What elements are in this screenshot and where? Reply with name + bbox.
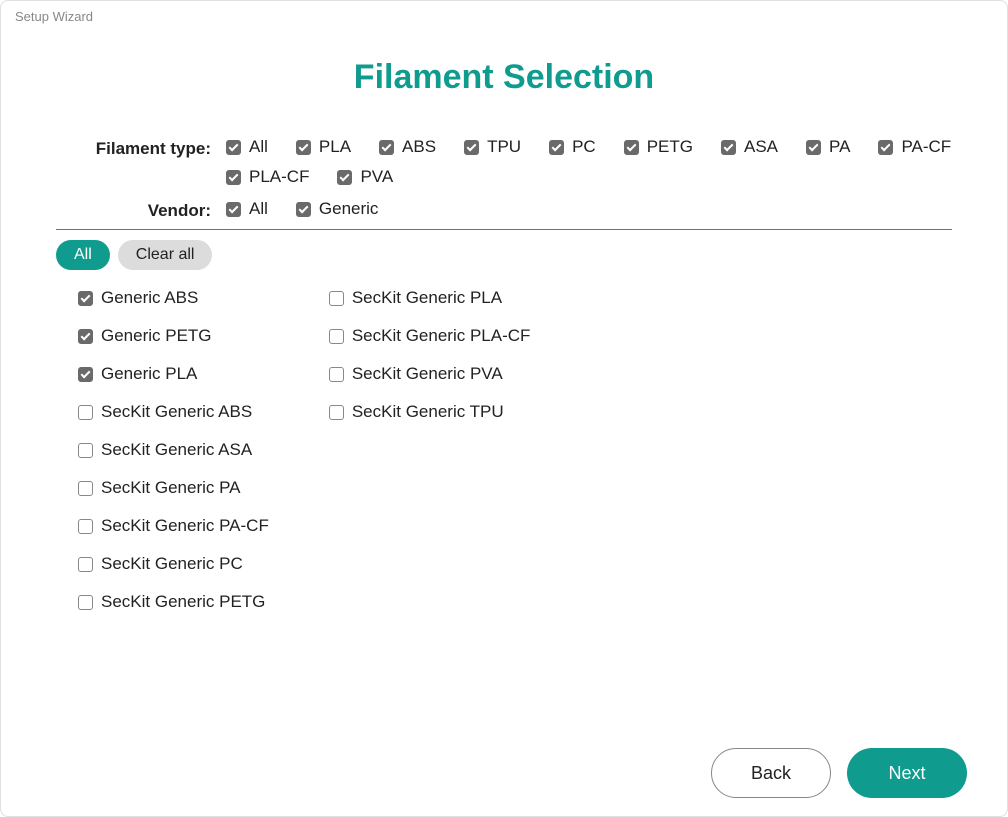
- filament-item-col1-2-checkbox[interactable]: [78, 367, 93, 382]
- filament-item-col1-4-label[interactable]: SecKit Generic ASA: [101, 440, 252, 460]
- filament-item-col1-5-checkbox[interactable]: [78, 481, 93, 496]
- vendor-option-0-checkbox[interactable]: [226, 202, 241, 217]
- filament-item-col2-1: SecKit Generic PLA-CF: [329, 326, 531, 346]
- filament-type-option-4: PC: [549, 137, 596, 157]
- selection-button-row: All Clear all: [56, 240, 952, 270]
- filament-type-option-3-checkbox[interactable]: [464, 140, 479, 155]
- filament-item-col1-6-checkbox[interactable]: [78, 519, 93, 534]
- vendor-row: Vendor: All Generic: [56, 199, 952, 221]
- clear-all-button[interactable]: Clear all: [118, 240, 213, 270]
- filament-type-row: Filament type: All PLA ABS TPU PC PETG ASA PA PA…: [56, 137, 952, 187]
- window-title: Setup Wizard: [1, 1, 1007, 28]
- filament-item-col1-6: SecKit Generic PA-CF: [78, 516, 269, 536]
- filament-type-option-0-checkbox[interactable]: [226, 140, 241, 155]
- vendor-option-1-checkbox[interactable]: [296, 202, 311, 217]
- filament-type-option-0: All: [226, 137, 268, 157]
- page-heading: Filament Selection: [1, 58, 1007, 97]
- filament-item-col2-2-checkbox[interactable]: [329, 367, 344, 382]
- filament-item-col1-5: SecKit Generic PA: [78, 478, 269, 498]
- filament-item-col1-1-checkbox[interactable]: [78, 329, 93, 344]
- back-button[interactable]: Back: [711, 748, 831, 798]
- filament-type-option-8-checkbox[interactable]: [878, 140, 893, 155]
- filament-item-col2-2-label[interactable]: SecKit Generic PVA: [352, 364, 503, 384]
- filament-item-col1-1-label[interactable]: Generic PETG: [101, 326, 212, 346]
- filament-type-option-8-label[interactable]: PA-CF: [901, 137, 951, 157]
- filament-type-option-3: TPU: [464, 137, 521, 157]
- filament-lists: Generic ABS Generic PETG Generic PLA SecKit…: [56, 288, 952, 612]
- filament-item-col1-0: Generic ABS: [78, 288, 269, 308]
- filament-item-col1-6-label[interactable]: SecKit Generic PA-CF: [101, 516, 269, 536]
- filament-type-option-1: PLA: [296, 137, 351, 157]
- filament-item-col1-8-checkbox[interactable]: [78, 595, 93, 610]
- filament-type-option-4-label[interactable]: PC: [572, 137, 596, 157]
- filament-item-col1-0-checkbox[interactable]: [78, 291, 93, 306]
- filament-type-option-5: PETG: [624, 137, 693, 157]
- filament-item-col1-2-label[interactable]: Generic PLA: [101, 364, 197, 384]
- filament-type-option-9-checkbox[interactable]: [226, 170, 241, 185]
- filament-item-col1-4-checkbox[interactable]: [78, 443, 93, 458]
- filament-type-option-9: PLA-CF: [226, 167, 309, 187]
- next-button[interactable]: Next: [847, 748, 967, 798]
- filament-item-col1-7-label[interactable]: SecKit Generic PC: [101, 554, 243, 574]
- filament-item-col2-0-checkbox[interactable]: [329, 291, 344, 306]
- footer-nav: Back Next: [711, 748, 967, 798]
- filament-type-option-5-label[interactable]: PETG: [647, 137, 693, 157]
- filament-type-option-0-label[interactable]: All: [249, 137, 268, 157]
- filament-type-option-6: ASA: [721, 137, 778, 157]
- filament-item-col1-0-label[interactable]: Generic ABS: [101, 288, 198, 308]
- filament-type-option-1-checkbox[interactable]: [296, 140, 311, 155]
- filament-column-1: Generic ABS Generic PETG Generic PLA SecKit…: [78, 288, 269, 612]
- filament-item-col1-1: Generic PETG: [78, 326, 269, 346]
- filament-item-col2-0: SecKit Generic PLA: [329, 288, 531, 308]
- filament-item-col2-3-checkbox[interactable]: [329, 405, 344, 420]
- filament-item-col2-1-checkbox[interactable]: [329, 329, 344, 344]
- vendor-option-1-label[interactable]: Generic: [319, 199, 379, 219]
- filament-type-option-8: PA-CF: [878, 137, 951, 157]
- filament-type-label: Filament type:: [56, 137, 226, 159]
- vendor-option-1: Generic: [296, 199, 379, 219]
- filament-type-option-6-label[interactable]: ASA: [744, 137, 778, 157]
- filament-item-col2-0-label[interactable]: SecKit Generic PLA: [352, 288, 502, 308]
- filament-type-option-10-label[interactable]: PVA: [360, 167, 393, 187]
- filament-item-col2-1-label[interactable]: SecKit Generic PLA-CF: [352, 326, 531, 346]
- filament-type-option-7: PA: [806, 137, 850, 157]
- filament-type-option-4-checkbox[interactable]: [549, 140, 564, 155]
- filament-item-col2-3: SecKit Generic TPU: [329, 402, 531, 422]
- filament-type-option-3-label[interactable]: TPU: [487, 137, 521, 157]
- filament-item-col1-5-label[interactable]: SecKit Generic PA: [101, 478, 241, 498]
- filament-type-option-9-label[interactable]: PLA-CF: [249, 167, 309, 187]
- filament-type-options: All PLA ABS TPU PC PETG ASA PA PA-CF PLA-CF PVA: [226, 137, 952, 187]
- vendor-option-0-label[interactable]: All: [249, 199, 268, 219]
- filament-type-option-2: ABS: [379, 137, 436, 157]
- filament-column-2: SecKit Generic PLA SecKit Generic PLA-CF S…: [329, 288, 531, 612]
- filament-item-col1-3: SecKit Generic ABS: [78, 402, 269, 422]
- filament-type-option-1-label[interactable]: PLA: [319, 137, 351, 157]
- filament-type-option-2-label[interactable]: ABS: [402, 137, 436, 157]
- filament-item-col1-8: SecKit Generic PETG: [78, 592, 269, 612]
- filament-type-option-7-checkbox[interactable]: [806, 140, 821, 155]
- filament-item-col1-7: SecKit Generic PC: [78, 554, 269, 574]
- filament-item-col1-7-checkbox[interactable]: [78, 557, 93, 572]
- filament-type-option-10-checkbox[interactable]: [337, 170, 352, 185]
- filament-item-col2-3-label[interactable]: SecKit Generic TPU: [352, 402, 504, 422]
- filament-type-option-7-label[interactable]: PA: [829, 137, 850, 157]
- filament-item-col1-3-label[interactable]: SecKit Generic ABS: [101, 402, 252, 422]
- vendor-options: All Generic: [226, 199, 378, 219]
- divider: [56, 229, 952, 230]
- vendor-label: Vendor:: [56, 199, 226, 221]
- filament-type-option-10: PVA: [337, 167, 393, 187]
- filament-type-option-2-checkbox[interactable]: [379, 140, 394, 155]
- vendor-option-0: All: [226, 199, 268, 219]
- filament-item-col2-2: SecKit Generic PVA: [329, 364, 531, 384]
- select-all-button[interactable]: All: [56, 240, 110, 270]
- filament-item-col1-2: Generic PLA: [78, 364, 269, 384]
- filament-item-col1-4: SecKit Generic ASA: [78, 440, 269, 460]
- filament-type-option-5-checkbox[interactable]: [624, 140, 639, 155]
- filament-item-col1-3-checkbox[interactable]: [78, 405, 93, 420]
- filament-item-col1-8-label[interactable]: SecKit Generic PETG: [101, 592, 265, 612]
- filament-type-option-6-checkbox[interactable]: [721, 140, 736, 155]
